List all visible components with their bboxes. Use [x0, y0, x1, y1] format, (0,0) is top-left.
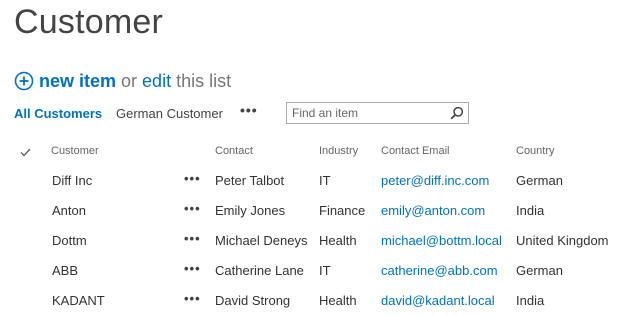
- row-menu-button[interactable]: •••: [184, 261, 201, 276]
- cell-contact: Emily Jones: [215, 203, 286, 218]
- search-input[interactable]: [287, 103, 452, 123]
- new-item-link[interactable]: new item: [39, 71, 116, 92]
- or-text: or: [121, 70, 138, 91]
- cell-country: German: [516, 173, 563, 188]
- add-circle-icon[interactable]: [14, 71, 34, 91]
- cell-contact: Michael Deneys: [215, 233, 308, 248]
- column-header-contact-email[interactable]: Contact Email: [381, 145, 449, 157]
- cell-contact: David Strong: [215, 293, 291, 308]
- search-icon[interactable]: [450, 106, 464, 120]
- cell-contact: Catherine Lane: [215, 263, 304, 278]
- cell-email-link[interactable]: david@kadant.local: [381, 293, 495, 308]
- cell-country: India: [516, 293, 545, 308]
- cell-email-link[interactable]: catherine@abb.com: [381, 263, 498, 278]
- table-row[interactable]: Anton ••• Emily Jones Finance emily@anto…: [0, 196, 621, 226]
- table-row[interactable]: Diff Inc ••• Peter Talbot IT peter@diff.…: [0, 166, 621, 196]
- cell-industry: Finance: [319, 203, 366, 218]
- more-views-button[interactable]: •••: [240, 102, 258, 118]
- cell-customer[interactable]: Anton: [52, 203, 86, 218]
- row-menu-button[interactable]: •••: [184, 201, 201, 216]
- row-menu-button[interactable]: •••: [184, 291, 201, 306]
- cell-customer[interactable]: Dottm: [52, 233, 87, 248]
- cell-customer[interactable]: Diff Inc: [52, 173, 92, 188]
- cell-email-link[interactable]: peter@diff.inc.com: [381, 173, 489, 188]
- cell-email-link[interactable]: emily@anton.com: [381, 203, 485, 218]
- table-row[interactable]: KADANT ••• David Strong Health david@kad…: [0, 286, 621, 316]
- cell-industry: Health: [319, 233, 357, 248]
- cell-customer[interactable]: ABB: [52, 263, 78, 278]
- cell-industry: Health: [319, 293, 357, 308]
- edit-list-link[interactable]: edit: [142, 71, 171, 92]
- row-menu-button[interactable]: •••: [184, 171, 201, 186]
- page-title: Customer: [14, 3, 163, 41]
- cell-country: United Kingdom: [516, 233, 609, 248]
- view-tab-german-customer[interactable]: German Customer: [116, 106, 223, 121]
- column-header-industry[interactable]: Industry: [319, 145, 358, 157]
- view-tab-all-customers[interactable]: All Customers: [14, 106, 102, 121]
- cell-country: India: [516, 203, 545, 218]
- select-all-checkmark-icon[interactable]: [20, 145, 31, 157]
- cell-industry: IT: [319, 263, 331, 278]
- view-selector: All Customers German Customer •••: [14, 102, 614, 126]
- column-header-contact[interactable]: Contact: [215, 145, 253, 157]
- cell-country: German: [516, 263, 563, 278]
- column-header-country[interactable]: Country: [516, 145, 555, 157]
- table-row[interactable]: ABB ••• Catherine Lane IT catherine@abb.…: [0, 256, 621, 286]
- this-list-text: this list: [176, 70, 232, 91]
- table-row[interactable]: Dottm ••• Michael Deneys Health michael@…: [0, 226, 621, 256]
- new-item-toolbar: new item or edit this list: [14, 68, 231, 94]
- cell-email-link[interactable]: michael@bottm.local: [381, 233, 502, 248]
- cell-industry: IT: [319, 173, 331, 188]
- cell-customer[interactable]: KADANT: [52, 293, 105, 308]
- row-menu-button[interactable]: •••: [184, 231, 201, 246]
- search-box: [286, 102, 469, 124]
- column-header-customer[interactable]: Customer: [51, 145, 99, 157]
- cell-contact: Peter Talbot: [215, 173, 285, 188]
